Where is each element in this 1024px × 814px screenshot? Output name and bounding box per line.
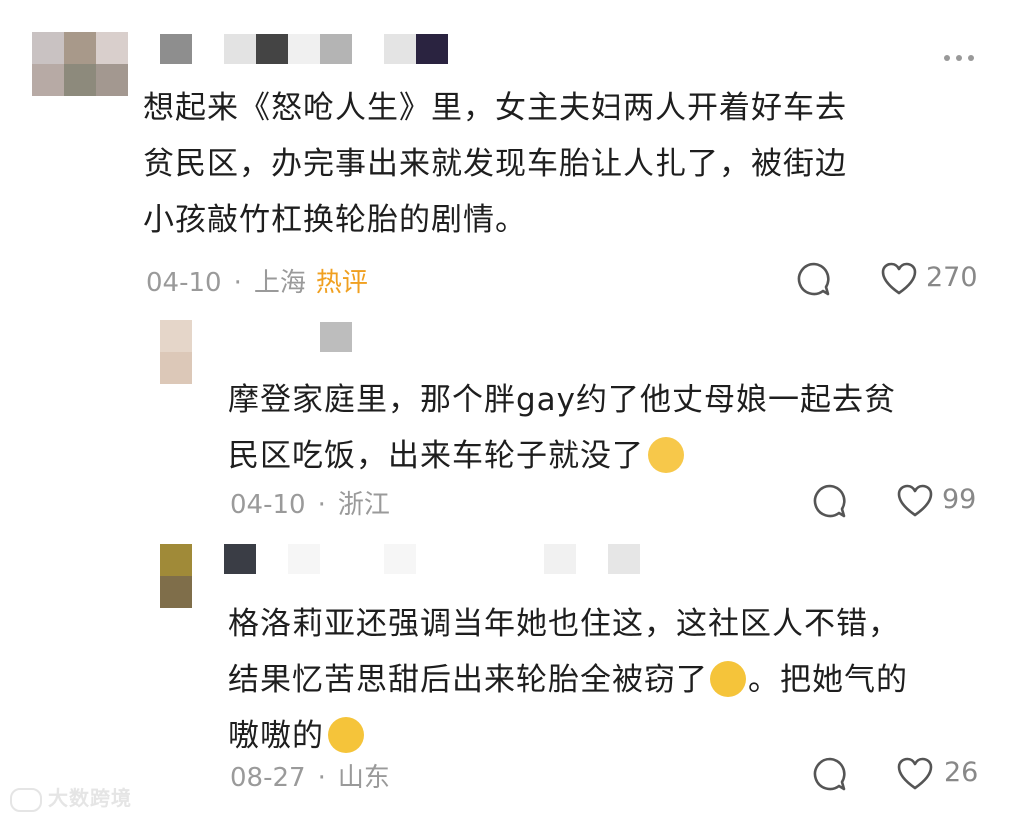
username-redacted[interactable]: [160, 34, 450, 64]
comment-date: 04-10: [146, 268, 222, 298]
username-redacted[interactable]: [320, 322, 352, 352]
username-redacted[interactable]: [224, 544, 644, 574]
heart-outline-icon[interactable]: [896, 483, 934, 519]
watermark-logo-icon: [10, 787, 42, 812]
comment-text: 摩登家庭里，那个胖gay约了他丈母娘一起去贫 民区吃饭，出来车轮子就没了: [228, 382, 897, 474]
heart-outline-icon[interactable]: [880, 261, 918, 297]
cat-face-emoji-icon: [648, 436, 684, 473]
comment-location: 山东: [337, 763, 390, 793]
more-dots-icon[interactable]: [944, 46, 980, 65]
comment-text: 想起来《怒呛人生》里，女主夫妇两人开着好车去 贫民区，办完事出来就发现车胎让人扎…: [143, 90, 847, 238]
comment-location: 上海: [253, 268, 306, 298]
comment-bubble-icon[interactable]: [796, 261, 832, 297]
watermark: 大数跨境: [10, 782, 132, 812]
comment-text: 格洛莉亚还强调当年她也住这，这社区人不错， 结果忆苦思甜后出来轮胎全被窃了 。把她…: [228, 606, 908, 754]
comment-meta: 04-10 · 上海 热评: [146, 268, 368, 298]
comment-date: 04-10: [230, 490, 306, 520]
heart-outline-icon[interactable]: [896, 756, 934, 792]
comment-location: 浙江: [337, 490, 390, 520]
avatar[interactable]: [32, 32, 128, 96]
comment-bubble-icon[interactable]: [812, 756, 848, 792]
like-count: 99: [942, 484, 977, 515]
like-count: 26: [944, 757, 979, 788]
avatar[interactable]: [160, 544, 192, 608]
avatar[interactable]: [160, 320, 192, 384]
peeking-face-emoji-icon: [328, 716, 364, 753]
like-count: 270: [926, 262, 978, 293]
comment-meta: 08-27 · 山东: [230, 763, 390, 793]
rolling-laughing-emoji-icon: [710, 660, 746, 697]
comment-date: 08-27: [230, 763, 306, 793]
comment-meta: 04-10 · 浙江: [230, 490, 390, 520]
hot-comment-badge: 热评: [315, 268, 368, 298]
comment-bubble-icon[interactable]: [812, 483, 848, 519]
